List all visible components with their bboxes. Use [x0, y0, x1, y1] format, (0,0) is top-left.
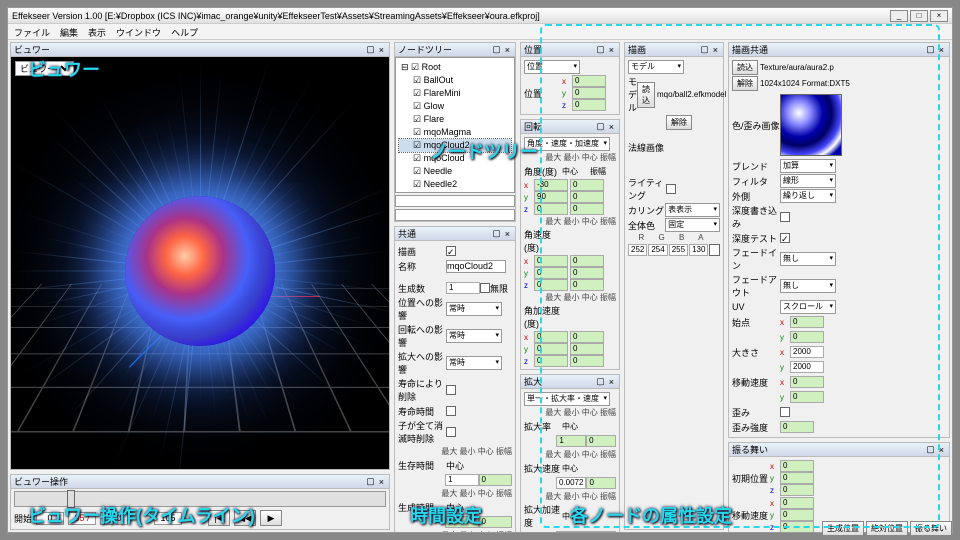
window-titlebar: Effekseer Version 1.00 [E:¥Dropbox (ICS … [8, 8, 952, 24]
timeline-slider[interactable] [14, 491, 386, 507]
gen-pos-btn[interactable]: 生成位置 [822, 521, 864, 536]
close-button[interactable]: × [930, 10, 948, 22]
behav-btn[interactable]: 振る舞い [910, 521, 952, 536]
rot-mode[interactable]: 角度・速度・加速度 [524, 137, 610, 151]
scrollbar[interactable] [395, 195, 515, 207]
tl-play-button[interactable]: ▶ [260, 510, 282, 526]
window-title: Effekseer Version 1.00 [E:¥Dropbox (ICS … [12, 11, 890, 21]
pos-inf-select[interactable]: 常時 [446, 302, 502, 316]
abs-pos-btn[interactable]: 絶対位置 [866, 521, 908, 536]
tree-node[interactable]: ☑ mqoCloud [399, 152, 511, 165]
maximize-button[interactable]: □ [910, 10, 928, 22]
tl-current: 85 / [68, 512, 96, 525]
texture-preview [780, 94, 842, 156]
menu-file[interactable]: ファイル [14, 26, 50, 37]
viewer-header[interactable]: ビュワー▢× [11, 43, 389, 57]
draw-mode[interactable]: モデル [628, 60, 684, 74]
tl-start[interactable]: 0 [36, 512, 64, 525]
menu-view[interactable]: 表示 [88, 26, 106, 37]
pos-mode[interactable]: 位置 [524, 60, 580, 74]
menu-bar: ファイル 編集 表示 ウインドウ ヘルプ [8, 24, 952, 40]
tl-step[interactable]: 105 [154, 512, 182, 525]
rot-inf-select[interactable]: 常時 [446, 329, 502, 343]
tree-node[interactable]: ⊟ ☑ Root [399, 61, 511, 74]
tree-node[interactable]: ☑ mqoMagma [399, 126, 511, 139]
tree-node[interactable]: ☑ Glow [399, 191, 511, 193]
tl-back-button[interactable]: ◀◀ [234, 510, 256, 526]
tree-node[interactable]: ☑ Needle [399, 165, 511, 178]
color-swatch[interactable] [709, 244, 720, 256]
tree-node[interactable]: ☑ BallOut [399, 74, 511, 87]
tl-first-button[interactable]: |◀ [208, 510, 230, 526]
rel-btn[interactable]: 解除 [666, 115, 692, 130]
tree-node[interactable]: ☑ Glow [399, 100, 511, 113]
tree-header[interactable]: ノードツリー [398, 43, 490, 56]
minimize-button[interactable]: _ [890, 10, 908, 22]
name-input[interactable] [446, 260, 506, 273]
tree-node[interactable]: ☑ FlareMini [399, 87, 511, 100]
scrollbar[interactable] [395, 209, 515, 221]
timeline-panel: ビュワー操作▢× 開始 0 85 / 600 105 |◀ ◀◀ ▶ [10, 474, 390, 530]
tree-node[interactable]: ☑ Flare [399, 113, 511, 126]
tree-node[interactable]: ☑ Needle2 [399, 178, 511, 191]
load-btn[interactable]: 読込 [637, 82, 655, 108]
menu-window[interactable]: ウインドウ [116, 26, 161, 37]
draw-check[interactable]: ✓ [446, 246, 456, 256]
scl-mode[interactable]: 単一・拡大率・速度 [524, 392, 610, 406]
tree-node[interactable]: ☑ mqoCloud2 [399, 139, 511, 152]
tl-end[interactable]: 600 [100, 512, 128, 525]
node-tree[interactable]: ⊟ ☑ Root☑ BallOut☑ FlareMini☑ Glow☑ Flar… [395, 57, 515, 193]
menu-help[interactable]: ヘルプ [171, 26, 198, 37]
viewer-3d[interactable]: ビュワー [11, 57, 389, 469]
menu-edit[interactable]: 編集 [60, 26, 78, 37]
viewer-mode-select[interactable]: ビュワー [15, 61, 74, 76]
scl-inf-select[interactable]: 常時 [446, 356, 502, 370]
